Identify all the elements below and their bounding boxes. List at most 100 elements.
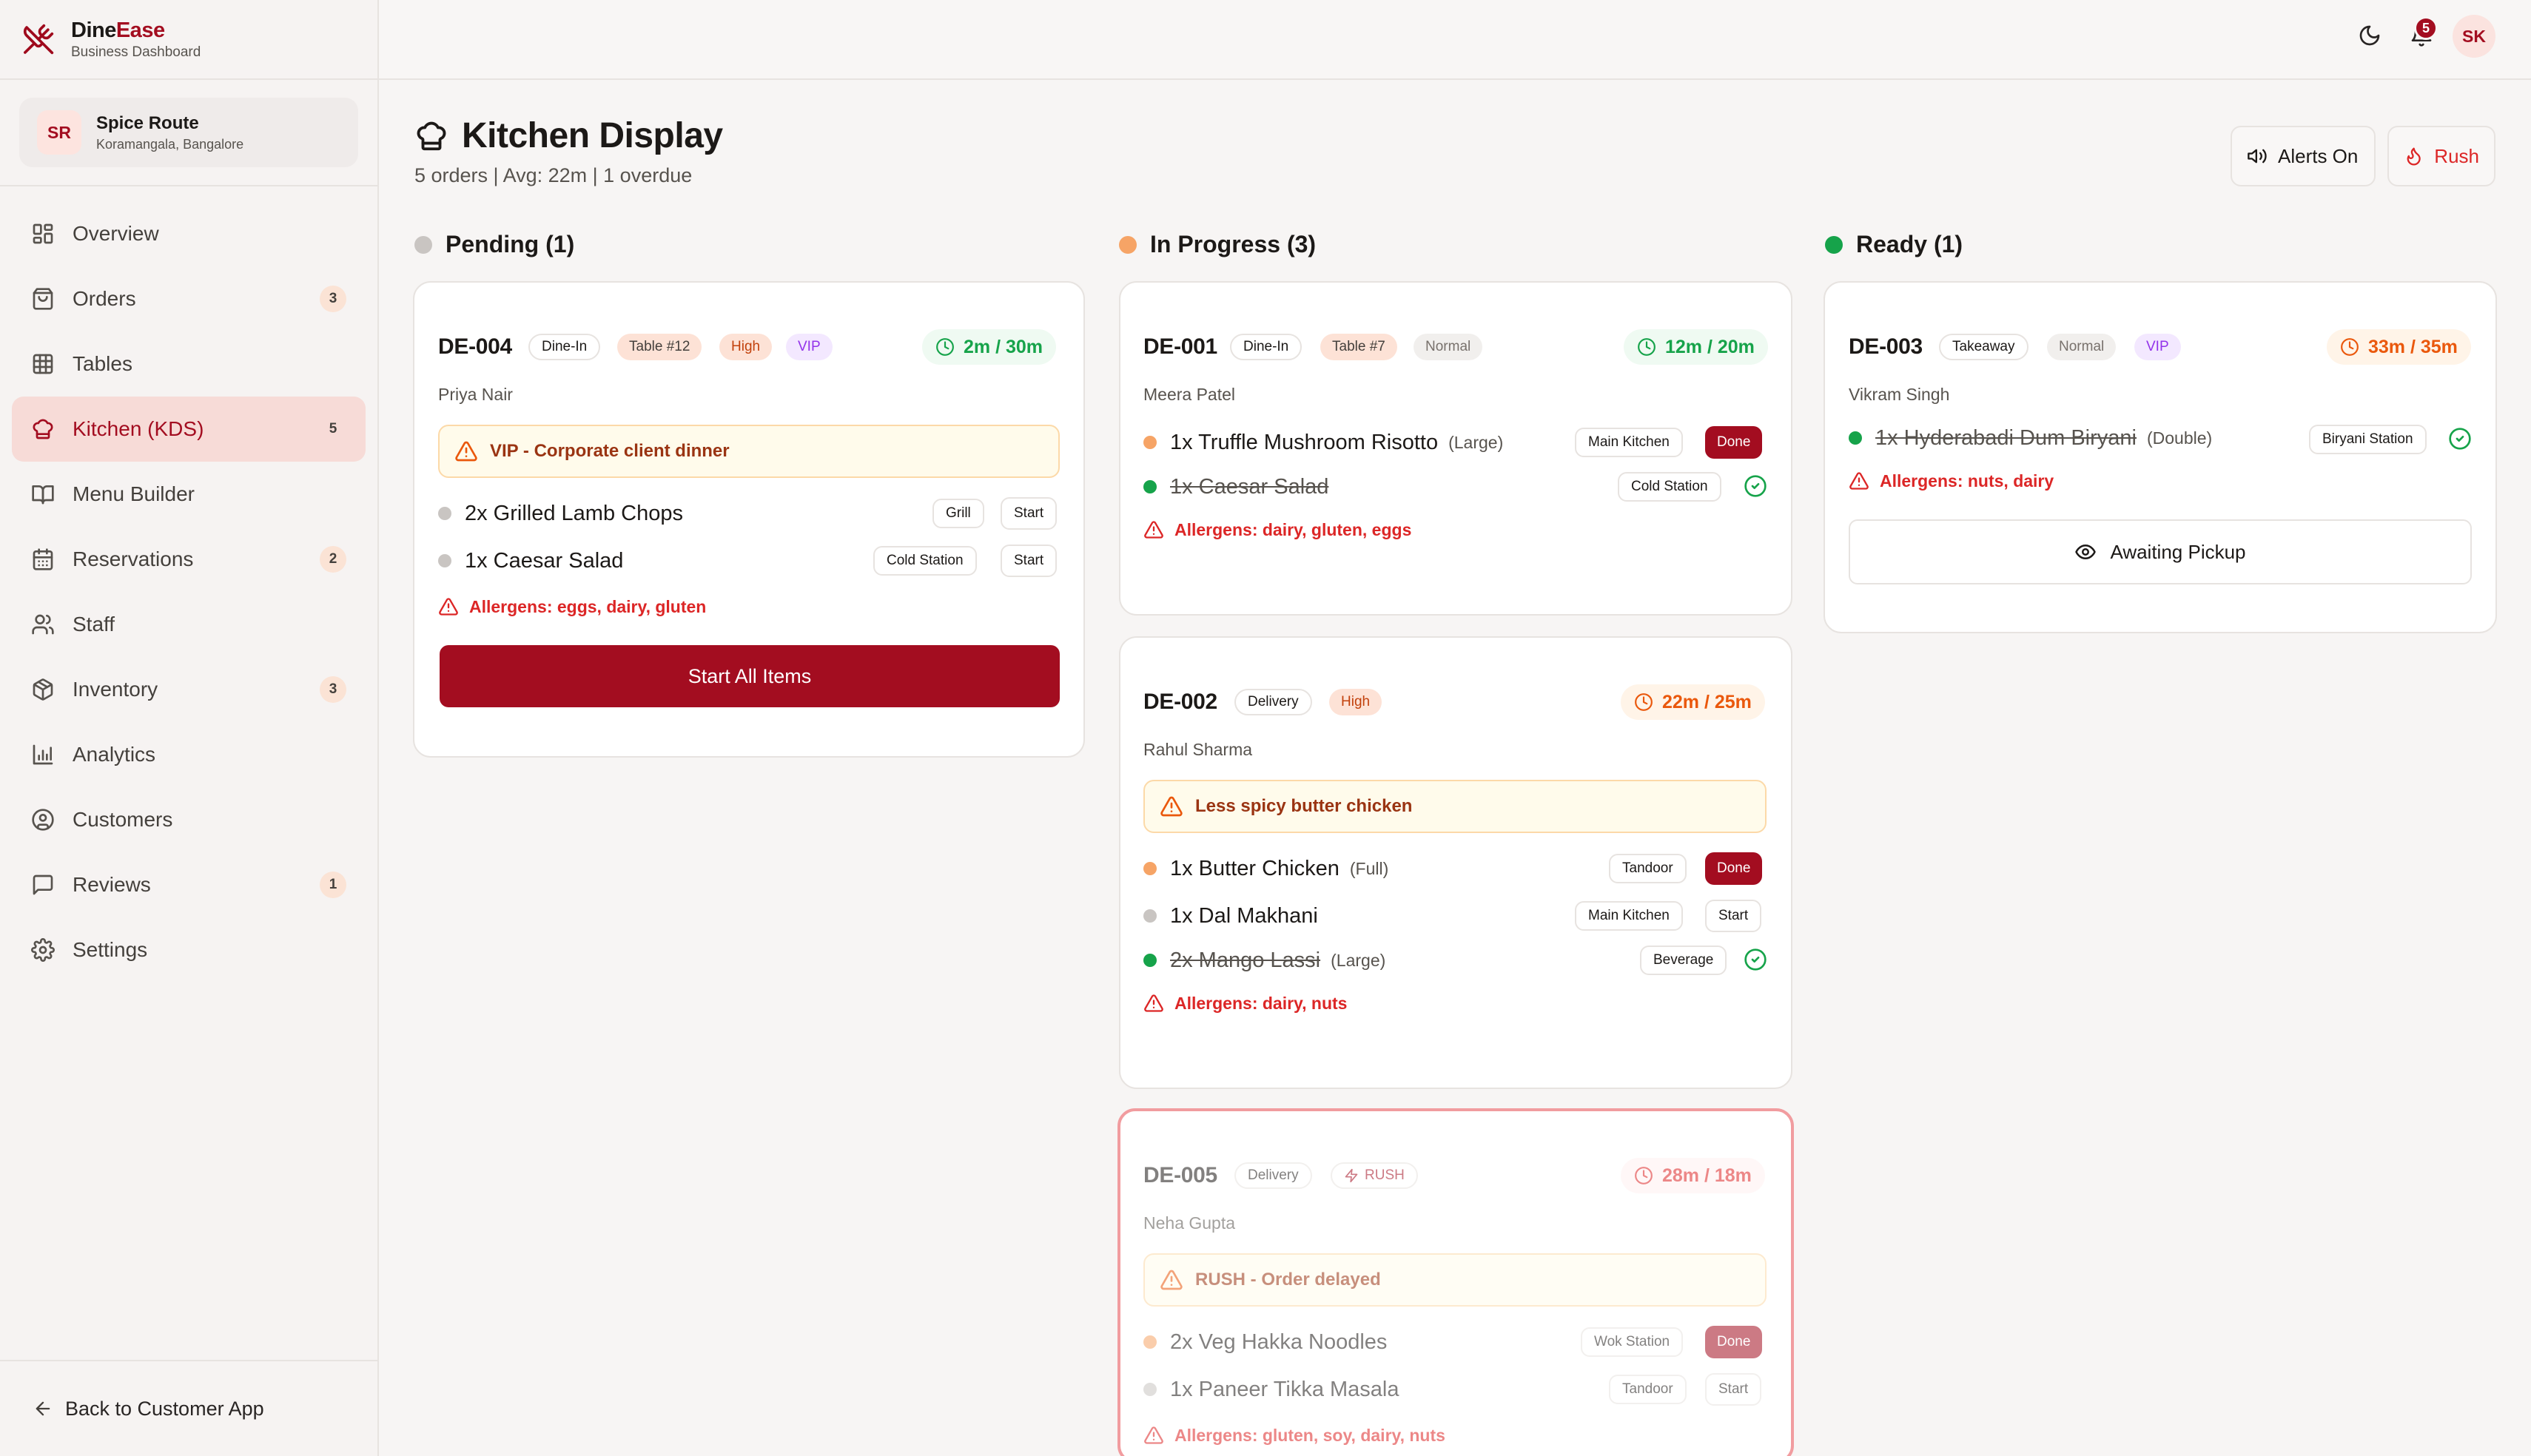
station-tag: Tandoor: [1609, 1375, 1687, 1404]
order-id: DE-005: [1143, 1163, 1217, 1187]
allergen-warning: Allergens: dairy, gluten, eggs: [1143, 519, 1411, 540]
done-item-button[interactable]: Done: [1705, 852, 1763, 885]
note-text: RUSH - Order delayed: [1195, 1270, 1381, 1290]
item-name: 1x Paneer Tikka Masala: [1170, 1377, 1399, 1401]
sidebar-item-kitchen[interactable]: Kitchen (KDS) 5: [12, 397, 366, 462]
timer-value: 12m / 20m: [1665, 336, 1755, 357]
warning-icon: [1849, 472, 1869, 490]
brand-subtitle: Business Dashboard: [71, 44, 201, 60]
station-tag: Grill: [932, 499, 984, 528]
page-title: Kitchen Display: [414, 115, 723, 156]
start-item-button[interactable]: Start: [1001, 545, 1058, 577]
sidebar-item-label: Menu Builder: [73, 482, 195, 505]
sidebar-item-overview[interactable]: Overview: [12, 201, 366, 266]
sidebar-item-label: Inventory: [73, 678, 158, 701]
priority-tag: High: [719, 334, 773, 360]
sidebar-item-label: Staff: [73, 613, 115, 636]
count-badge: 3: [320, 676, 346, 703]
table-tag: Table #7: [1320, 334, 1397, 360]
warning-icon: [1144, 1426, 1163, 1444]
moon-icon[interactable]: [2358, 24, 2382, 47]
allergen-text: Allergens: dairy, nuts: [1174, 993, 1348, 1013]
book-open-icon: [31, 482, 55, 506]
sidebar-item-inventory[interactable]: Inventory 3: [12, 657, 366, 722]
start-item-button[interactable]: Start: [1705, 1373, 1762, 1406]
order-item: 1x Truffle Mushroom Risotto (Large): [1143, 423, 1503, 462]
station-tag: Main Kitchen: [1575, 428, 1683, 457]
start-item-button[interactable]: Start: [1705, 900, 1762, 932]
column-in-progress-header: In Progress (3): [1119, 231, 1316, 258]
warning-icon: [1160, 796, 1183, 817]
awaiting-pickup-button[interactable]: Awaiting Pickup: [1849, 519, 2472, 584]
order-type-tag: Dine-In: [1230, 334, 1303, 360]
notification-badge: 5: [2414, 16, 2438, 40]
restaurant-name: Spice Route: [96, 112, 199, 133]
zap-icon: [1345, 1168, 1358, 1183]
order-type-tag: Takeaway: [1939, 334, 2029, 360]
item-status-dot: [1143, 436, 1157, 449]
order-type-tag: Delivery: [1234, 689, 1312, 715]
item-size: (Large): [1331, 950, 1386, 970]
page-title-text: Kitchen Display: [462, 116, 723, 155]
message-icon: [31, 873, 55, 897]
user-avatar[interactable]: SK: [2453, 15, 2495, 58]
restaurant-avatar: SR: [37, 110, 81, 155]
sidebar-item-reservations[interactable]: Reservations 2: [12, 527, 366, 592]
station-tag: Cold Station: [1618, 472, 1721, 502]
sidebar-item-orders[interactable]: Orders 3: [12, 266, 366, 331]
count-badge: 2: [320, 546, 346, 573]
page-subtitle: 5 orders | Avg: 22m | 1 overdue: [414, 164, 693, 186]
gear-icon: [31, 938, 55, 962]
order-item: 1x Dal Makhani: [1143, 897, 1318, 935]
shopping-bag-icon: [31, 287, 55, 311]
sidebar-item-label: Reviews: [73, 873, 151, 896]
item-size: (Double): [2146, 428, 2213, 448]
order-timer: 22m / 25m: [1621, 684, 1765, 720]
timer-value: 28m / 18m: [1662, 1165, 1752, 1186]
count-badge: 3: [320, 286, 346, 312]
start-all-items-button[interactable]: Start All Items: [440, 645, 1060, 707]
sidebar-item-analytics[interactable]: Analytics: [12, 722, 366, 787]
order-type-tag: Delivery: [1234, 1162, 1312, 1189]
item-name: 1x Dal Makhani: [1170, 903, 1318, 928]
order-timer: 12m / 20m: [1624, 329, 1768, 365]
sidebar-item-reviews[interactable]: Reviews 1: [12, 852, 366, 917]
sidebar-item-settings[interactable]: Settings: [12, 917, 366, 983]
allergen-warning: Allergens: eggs, dairy, gluten: [438, 596, 706, 617]
restaurant-location: Koramangala, Bangalore: [96, 136, 244, 152]
allergen-warning: Allergens: dairy, nuts: [1143, 993, 1347, 1014]
item-name: 1x Caesar Salad: [465, 548, 624, 573]
station-tag: Wok Station: [1581, 1327, 1684, 1357]
allergen-text: Allergens: nuts, dairy: [1880, 471, 2054, 491]
rush-button[interactable]: Rush: [2387, 126, 2495, 186]
utensils-crossed-icon: [22, 23, 55, 55]
order-item: 1x Butter Chicken (Full): [1143, 849, 1388, 888]
alerts-toggle-button[interactable]: Alerts On: [2231, 126, 2376, 186]
done-item-button[interactable]: Done: [1705, 426, 1763, 459]
count-badge: 5: [329, 421, 337, 437]
done-item-button[interactable]: Done: [1705, 1326, 1763, 1358]
restaurant-switcher[interactable]: SR Spice Route Koramangala, Bangalore: [19, 98, 358, 167]
order-note: Less spicy butter chicken: [1143, 780, 1767, 833]
table-tag: Table #12: [617, 334, 702, 360]
topbar: [379, 0, 2531, 80]
back-to-customer-app-link[interactable]: Back to Customer App: [0, 1360, 377, 1456]
sidebar-item-customers[interactable]: Customers: [12, 787, 366, 852]
start-item-button[interactable]: Start: [1001, 497, 1058, 530]
sidebar-item-staff[interactable]: Staff: [12, 592, 366, 657]
brand[interactable]: DineEase Business Dashboard: [0, 0, 377, 80]
customer-name: Neha Gupta: [1143, 1213, 1236, 1233]
sidebar-item-label: Tables: [73, 352, 132, 375]
item-status-dot: [1143, 862, 1157, 875]
order-timer: 28m / 18m: [1621, 1158, 1765, 1193]
awaiting-pickup-label: Awaiting Pickup: [2110, 540, 2246, 563]
item-name: 1x Truffle Mushroom Risotto: [1170, 430, 1439, 454]
order-id: DE-003: [1849, 334, 1923, 359]
sidebar-item-tables[interactable]: Tables: [12, 331, 366, 397]
sidebar-item-menu-builder[interactable]: Menu Builder: [12, 462, 366, 527]
priority-tag: Normal: [2047, 334, 2117, 360]
sidebar: DineEase Business Dashboard SR Spice Rou…: [0, 0, 379, 1456]
clock-icon: [936, 338, 954, 356]
order-item: 1x Hyderabadi Dum Biryani (Double): [1849, 419, 2212, 457]
back-link-label: Back to Customer App: [65, 1397, 264, 1420]
